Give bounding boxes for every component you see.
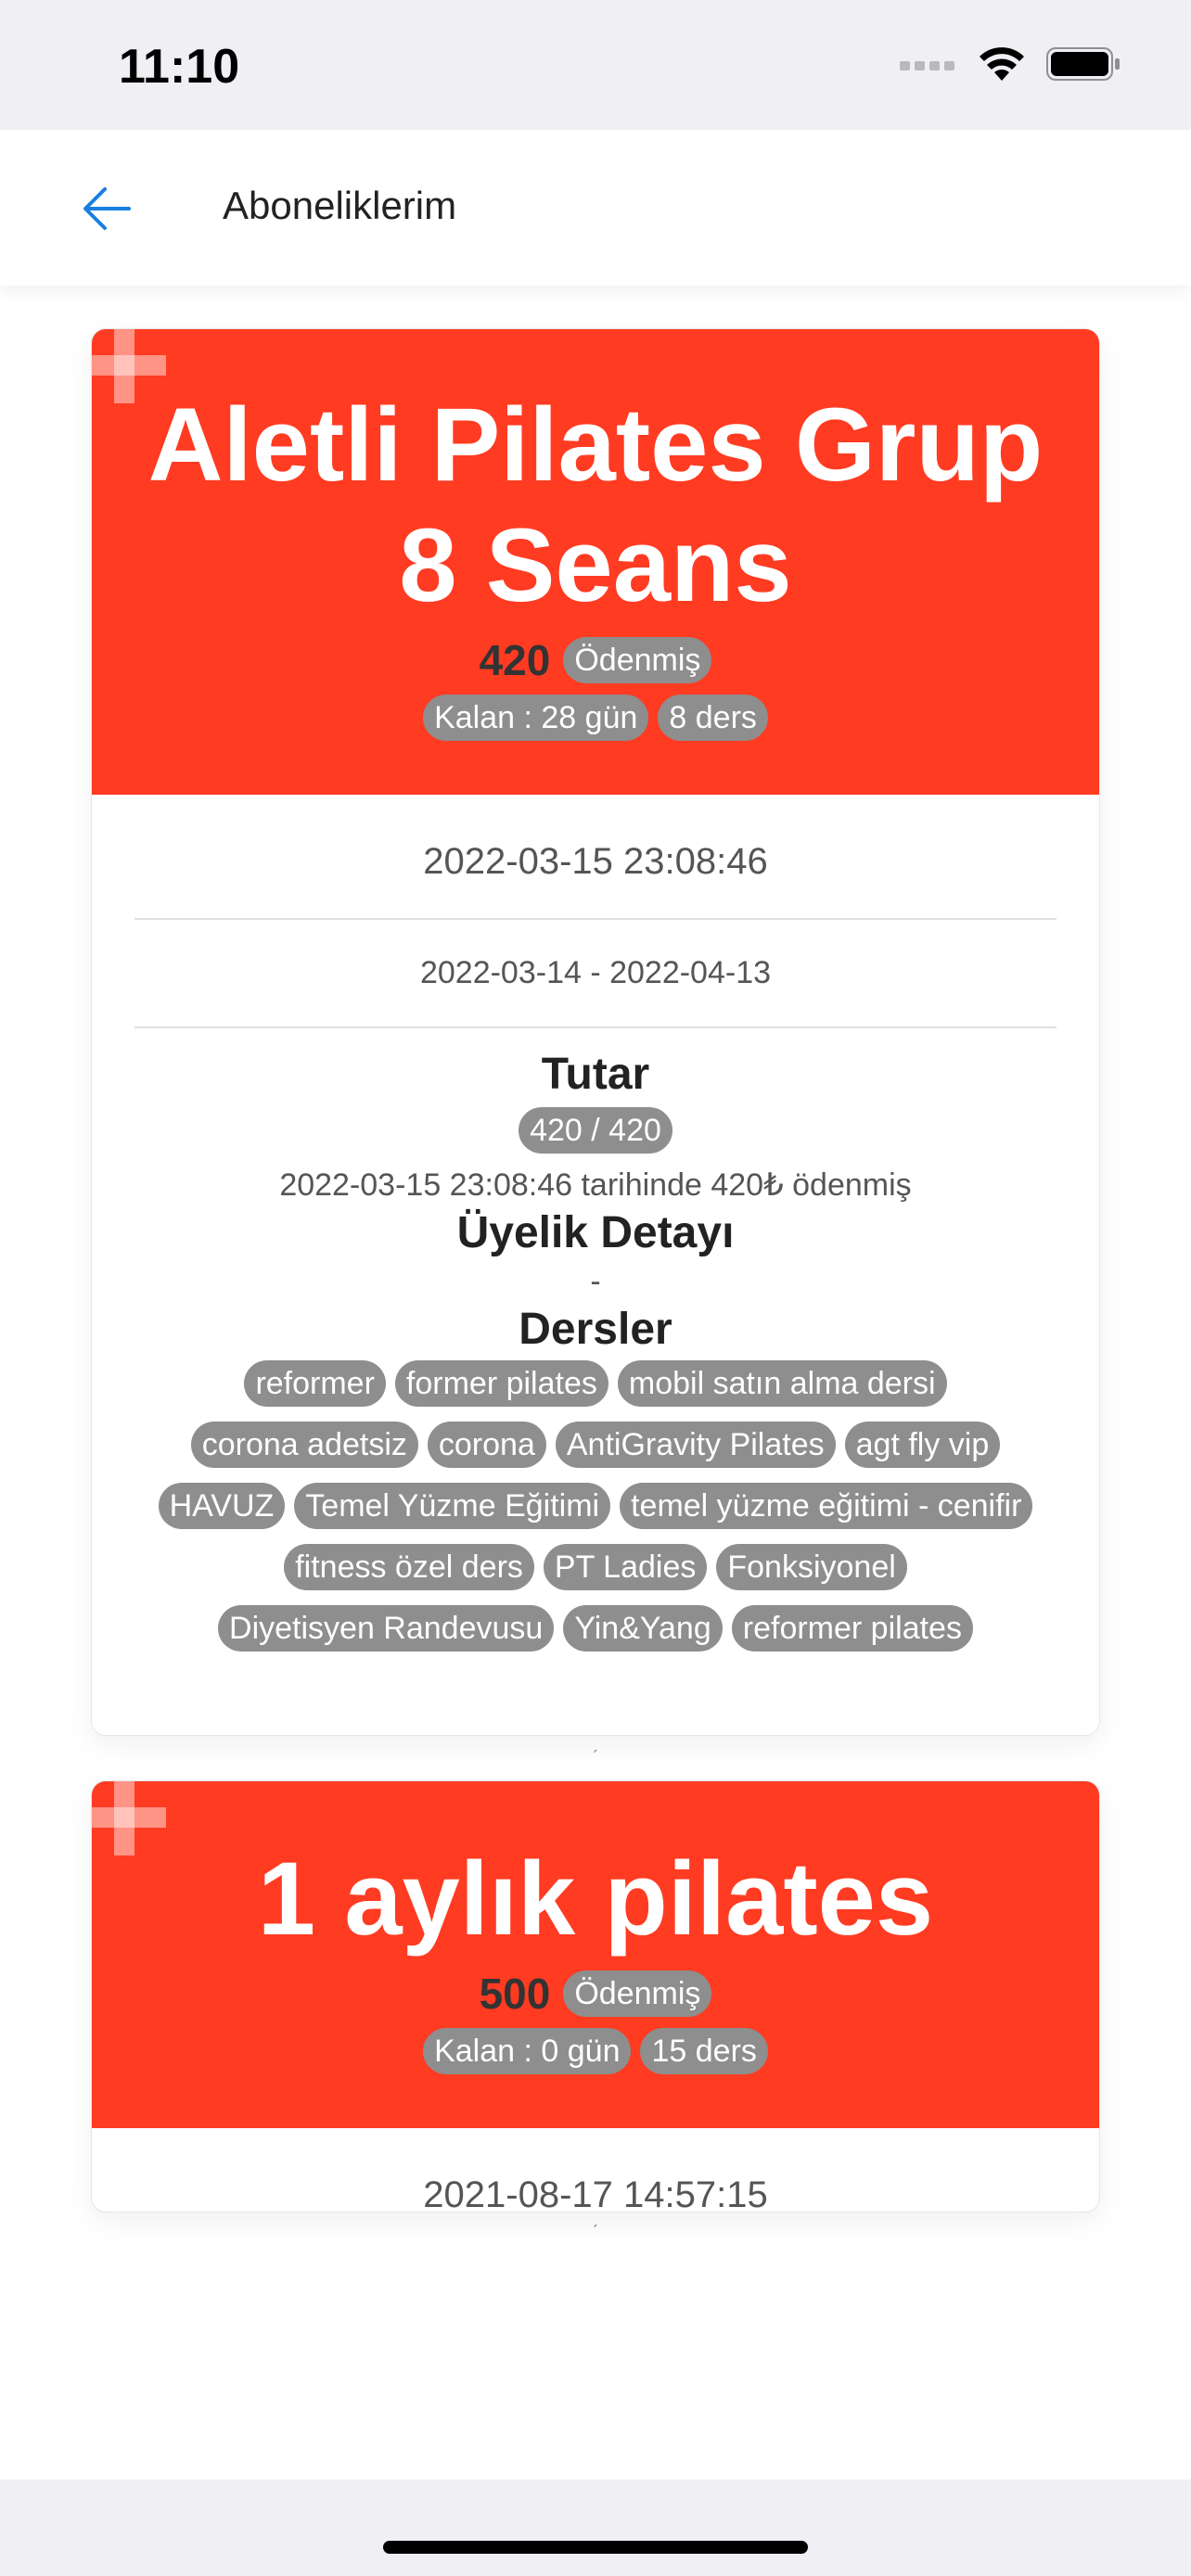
info-badges: Kalan : 0 gün 15 ders <box>92 2028 1099 2074</box>
class-tag: Diyetisyen Randevusu <box>218 1605 555 1651</box>
lesson-count-badge: 15 ders <box>640 2028 768 2074</box>
subscription-card[interactable]: 1 aylık pilates 500 Ödenmiş Kalan : 0 gü… <box>91 1780 1100 2213</box>
class-tag: agt fly vip <box>844 1422 1001 1468</box>
membership-detail-value: - <box>590 1264 601 1299</box>
membership-detail-title: Üyelik Detayı <box>456 1208 735 1257</box>
amount-title: Tutar <box>541 1050 650 1099</box>
subscription-card-body: 2021-08-17 14:57:15 <box>92 2128 1099 2213</box>
bottom-bar <box>0 2480 1191 2576</box>
paid-status-badge: Ödenmiş <box>563 1970 712 2017</box>
subscription-card-header: 1 aylık pilates 500 Ödenmiş Kalan : 0 gü… <box>92 1781 1099 2128</box>
remaining-days-badge: Kalan : 0 gün <box>423 2028 632 2074</box>
scroll-mark: ˊ <box>592 1746 599 1769</box>
home-indicator[interactable] <box>383 2541 808 2554</box>
plus-decoration-icon <box>92 329 166 403</box>
scroll-mark: ˊ <box>592 2221 599 2244</box>
lesson-count-badge: 8 ders <box>658 695 768 741</box>
amount-row: 420 / 420 <box>134 1107 1057 1154</box>
class-tag: HAVUZ <box>158 1483 286 1529</box>
plus-decoration-icon <box>92 1781 166 1855</box>
paid-status-badge: Ödenmiş <box>563 637 712 683</box>
divider <box>134 1027 1057 1028</box>
app-header: Aboneliklerim <box>0 130 1191 286</box>
remaining-days-badge: Kalan : 28 gün <box>423 695 649 741</box>
amount-badge: 420 / 420 <box>519 1107 672 1154</box>
subscription-price: 420 <box>479 636 551 684</box>
classes-title: Dersler <box>519 1305 672 1354</box>
class-tag: reformer pilates <box>731 1605 973 1651</box>
class-tag: fitness özel ders <box>284 1544 534 1590</box>
class-tag: corona adetsiz <box>190 1422 418 1468</box>
back-button[interactable] <box>74 176 139 241</box>
subscription-card-body: 2022-03-15 23:08:46 2022-03-14 - 2022-04… <box>92 795 1099 1651</box>
info-badges: Kalan : 28 gün 8 ders <box>92 695 1099 741</box>
class-tag: AntiGravity Pilates <box>555 1422 836 1468</box>
battery-icon <box>1046 46 1121 86</box>
created-date: 2022-03-15 23:08:46 <box>423 841 768 882</box>
page-title: Aboneliklerim <box>223 184 457 227</box>
class-tag: reformer <box>244 1360 386 1407</box>
price-row: 500 Ödenmiş <box>92 1969 1099 2019</box>
payment-note: 2022-03-15 23:08:46 tarihinde 420₺ ödenm… <box>279 1167 912 1203</box>
screen: 11:10 Aboneliklerim Aletli Pilates Grup … <box>0 0 1191 2576</box>
class-tag: Temel Yüzme Eğitimi <box>294 1483 611 1529</box>
status-time: 11:10 <box>119 40 240 94</box>
price-row: 420 Ödenmiş <box>92 635 1099 685</box>
subscription-card-header: Aletli Pilates Grup 8 Seans 420 Ödenmiş … <box>92 329 1099 795</box>
class-tag: PT Ladies <box>543 1544 708 1590</box>
status-icons <box>900 43 1121 89</box>
class-tag: temel yüzme eğitimi - cenifir <box>620 1483 1033 1529</box>
subscription-title: Aletli Pilates Grup 8 Seans <box>147 387 1044 623</box>
class-tag: former pilates <box>394 1360 608 1407</box>
wifi-icon <box>978 45 1026 87</box>
back-arrow-icon <box>83 187 131 230</box>
class-tag: corona <box>427 1422 546 1468</box>
class-tag: mobil satın alma dersi <box>617 1360 947 1407</box>
subscription-price: 500 <box>479 1970 551 2018</box>
date-range: 2022-03-14 - 2022-04-13 <box>419 955 772 990</box>
created-date: 2021-08-17 14:57:15 <box>423 2174 768 2213</box>
status-bar: 11:10 <box>0 0 1191 130</box>
class-tags: reformer former pilates mobil satın alma d… <box>134 1360 1057 1651</box>
class-tag: Fonksiyonel <box>716 1544 907 1590</box>
subscription-card[interactable]: Aletli Pilates Grup 8 Seans 420 Ödenmiş … <box>91 328 1100 1736</box>
class-tag: Yin&Yang <box>563 1605 723 1651</box>
signal-icon <box>900 57 957 75</box>
subscription-title: 1 aylık pilates <box>257 1841 934 1957</box>
